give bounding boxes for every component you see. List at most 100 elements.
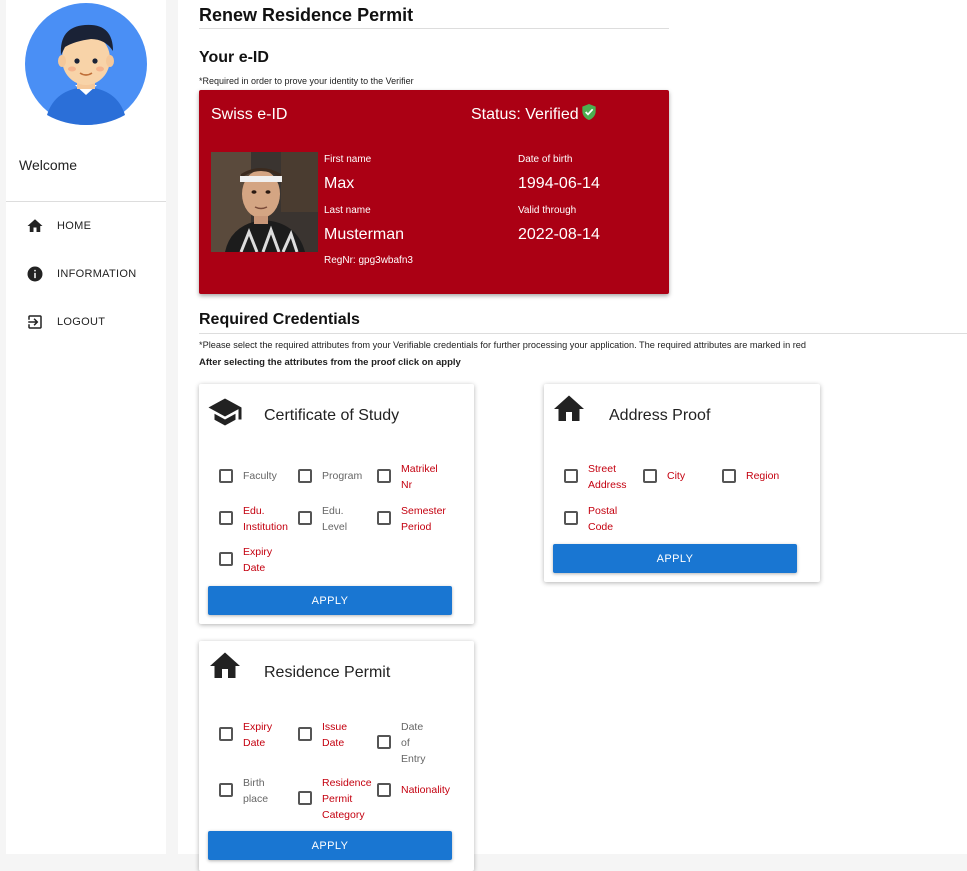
- attr-label: Issue Date: [322, 721, 348, 749]
- card-title: Address Proof: [609, 407, 711, 424]
- checkbox[interactable]: [377, 469, 391, 483]
- checkbox[interactable]: [298, 727, 312, 741]
- attr-program[interactable]: Program: [298, 468, 362, 484]
- verified-shield-icon: [581, 104, 596, 120]
- sidebar-divider: [6, 201, 166, 202]
- sidebar-item-logout[interactable]: LOGOUT: [26, 310, 105, 334]
- checkbox[interactable]: [298, 791, 312, 805]
- main-content: Renew Residence Permit Your e-ID *Requir…: [178, 0, 967, 871]
- checkbox[interactable]: [219, 511, 233, 525]
- attr-edu-institution[interactable]: Edu. Institution: [219, 505, 288, 535]
- eid-heading: Your e-ID: [199, 49, 269, 66]
- info-icon: [27, 266, 43, 282]
- checkbox[interactable]: [643, 469, 657, 483]
- checkbox[interactable]: [219, 469, 233, 483]
- attr-date-of-entry[interactable]: Date of Entry: [377, 721, 426, 767]
- last-name-value: Musterman: [324, 226, 405, 243]
- credentials-divider: [199, 333, 967, 334]
- checkbox[interactable]: [377, 783, 391, 797]
- credentials-heading: Required Credentials: [199, 311, 360, 328]
- attr-label: Expiry Date: [243, 721, 273, 749]
- address-proof-card: Address Proof Street Address City Region …: [544, 384, 820, 582]
- credentials-note-apply: After selecting the attributes from the …: [199, 357, 461, 368]
- sidebar-item-label: INFORMATION: [57, 268, 137, 280]
- attr-city[interactable]: City: [643, 468, 685, 484]
- checkbox[interactable]: [722, 469, 736, 483]
- attr-nationality[interactable]: Nationality: [377, 782, 450, 798]
- logout-icon: [28, 315, 42, 329]
- attr-label: Faculty: [243, 470, 277, 482]
- attr-label: Date of Entry: [401, 721, 426, 765]
- checkbox[interactable]: [219, 552, 233, 566]
- regnr-text: RegNr: gpg3wbafn3: [324, 255, 413, 266]
- home-icon: [27, 219, 43, 232]
- checkbox[interactable]: [377, 511, 391, 525]
- attr-label: Nationality: [401, 784, 451, 796]
- credentials-note: *Please select the required attributes f…: [199, 340, 807, 350]
- first-name-label: First name: [324, 154, 372, 165]
- attr-label: Semester Period: [401, 505, 446, 533]
- checkbox[interactable]: [219, 783, 233, 797]
- sidebar-item-label: HOME: [57, 220, 92, 232]
- attr-faculty[interactable]: Faculty: [219, 468, 277, 484]
- attr-issue-date[interactable]: Issue Date: [298, 721, 347, 751]
- sidebar-item-label: LOGOUT: [57, 316, 106, 328]
- residence-permit-card: Residence Permit Expiry Date Issue Date Da…: [199, 641, 474, 871]
- checkbox[interactable]: [219, 727, 233, 741]
- sidebar-item-home[interactable]: HOME: [26, 214, 91, 238]
- attr-label: City: [667, 470, 686, 482]
- checkbox[interactable]: [298, 511, 312, 525]
- certificate-of-study-card: Certificate of Study Faculty Program Mat…: [199, 384, 474, 624]
- page-title: Renew Residence Permit: [199, 5, 414, 25]
- eid-status: Status: Verified: [471, 104, 597, 124]
- apply-button[interactable]: APPLY: [553, 544, 797, 573]
- attr-label: Region: [746, 470, 780, 482]
- attr-edu-level[interactable]: Edu. Level: [298, 505, 347, 535]
- sidebar: Welcome HOME INFORMATION LOGOUT: [6, 0, 166, 854]
- eid-note: *Required in order to prove your identit…: [199, 76, 414, 86]
- sidebar-item-information[interactable]: INFORMATION: [26, 262, 136, 286]
- attr-birth-place[interactable]: Birth place: [219, 777, 268, 807]
- apply-button[interactable]: APPLY: [208, 831, 452, 860]
- attr-expiry-date[interactable]: Expiry Date: [219, 546, 272, 576]
- valid-label: Valid through: [518, 205, 577, 216]
- title-divider: [199, 28, 669, 29]
- welcome-text: Welcome: [19, 157, 78, 173]
- eid-card: Swiss e-ID Status: Verified First name M…: [199, 90, 669, 294]
- attr-matrikel-nr[interactable]: Matrikel Nr: [377, 463, 438, 493]
- apply-button[interactable]: APPLY: [208, 586, 452, 615]
- user-avatar: [25, 3, 147, 125]
- attr-label: Postal Code: [588, 505, 618, 533]
- checkbox[interactable]: [564, 511, 578, 525]
- valid-value: 2022-08-14: [518, 226, 600, 243]
- attr-expiry-date[interactable]: Expiry Date: [219, 721, 272, 751]
- attr-street-address[interactable]: Street Address: [564, 463, 627, 493]
- dob-label: Date of birth: [518, 154, 573, 165]
- attr-label: Program: [322, 470, 363, 482]
- attr-postal-code[interactable]: Postal Code: [564, 505, 617, 535]
- dob-value: 1994-06-14: [518, 175, 600, 192]
- attr-label: Edu. Level: [322, 505, 348, 533]
- attr-label: Edu. Institution: [243, 505, 288, 533]
- first-name-value: Max: [324, 175, 355, 192]
- eid-status-text: Status: Verified: [471, 106, 579, 123]
- attr-label: Residence Permit Category: [322, 777, 372, 821]
- eid-photo: [211, 152, 318, 252]
- house-icon: [210, 652, 240, 678]
- attr-label: Matrikel Nr: [401, 463, 438, 491]
- checkbox[interactable]: [298, 469, 312, 483]
- card-title: Residence Permit: [264, 664, 391, 681]
- attr-label: Street Address: [588, 463, 627, 491]
- last-name-label: Last name: [324, 205, 371, 216]
- attr-residence-permit-category[interactable]: Residence Permit Category: [298, 777, 372, 823]
- checkbox[interactable]: [564, 469, 578, 483]
- attr-semester-period[interactable]: Semester Period: [377, 505, 446, 535]
- attr-region[interactable]: Region: [722, 468, 779, 484]
- checkbox[interactable]: [377, 735, 391, 749]
- eid-card-title: Swiss e-ID: [211, 106, 288, 123]
- attr-label: Expiry Date: [243, 546, 273, 574]
- card-title: Certificate of Study: [264, 407, 400, 424]
- graduation-cap-icon: [208, 398, 242, 426]
- house-icon: [554, 395, 584, 421]
- attr-label: Birth place: [243, 777, 269, 805]
